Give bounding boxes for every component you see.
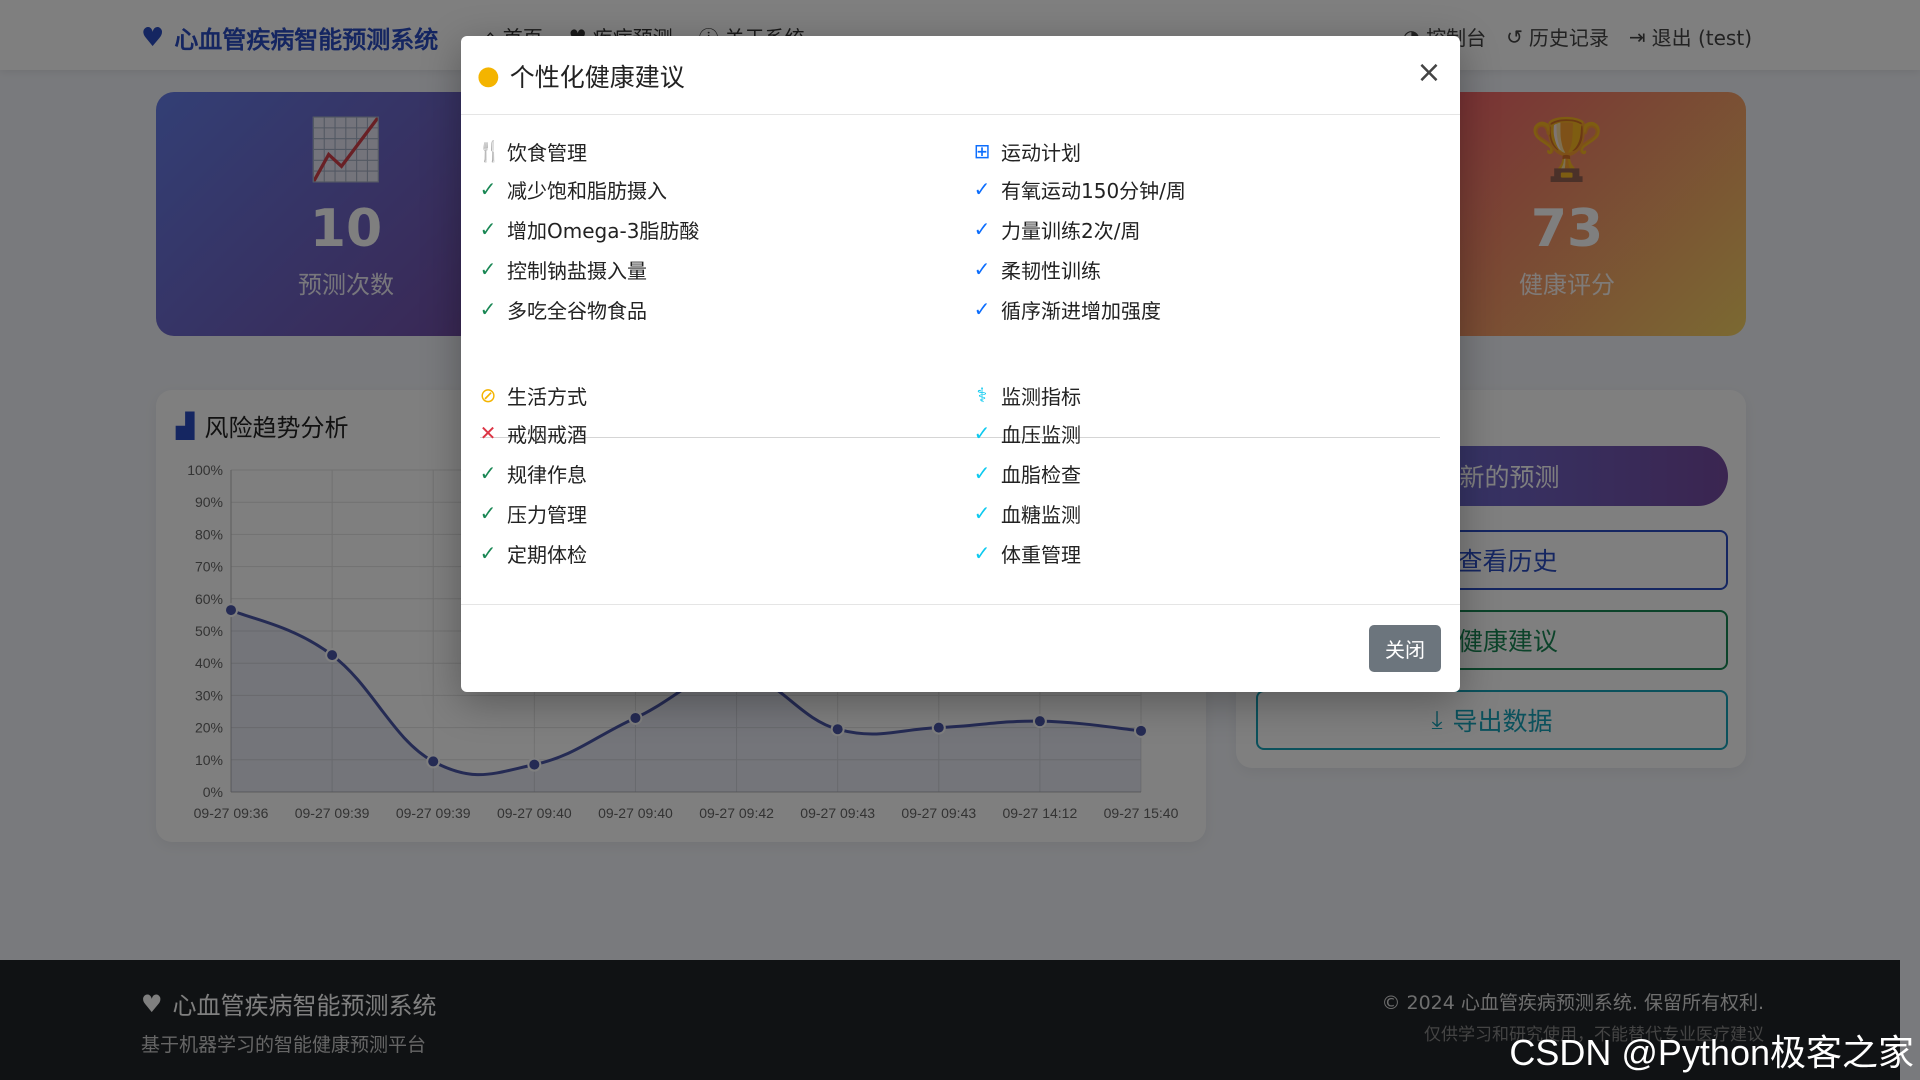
section-divider xyxy=(480,437,1440,438)
section-title: 运动计划 xyxy=(1001,140,1081,165)
watermark: CSDN @Python极客之家 xyxy=(1509,1032,1914,1073)
advice-item: ✓ 有氧运动150分钟/周 xyxy=(971,169,1186,209)
advice-text: 戒烟戒酒 xyxy=(507,422,587,447)
advice-item: ✓ 增加Omega-3脂肪酸 xyxy=(477,209,700,249)
ban-smoking-icon: ⊘ xyxy=(479,383,497,407)
advice-text: 血压监测 xyxy=(1001,422,1081,447)
advice-item: ✓ 多吃全谷物食品 xyxy=(477,289,699,329)
cross-icon: ✕ xyxy=(479,421,497,445)
advice-text: 定期体检 xyxy=(507,542,587,567)
advice-text: 血糖监测 xyxy=(1001,502,1081,527)
check-icon: ✓ xyxy=(479,541,497,565)
close-button[interactable]: 关闭 xyxy=(1369,625,1441,672)
modal-title: ● 个性化健康建议 xyxy=(477,61,685,92)
health-advice-modal: ● 个性化健康建议 × 🍴 饮食管理 ✓ 减少饱和脂肪摄入 ✓ 增加Omega-3脂肪酸 ✓… xyxy=(461,36,1460,692)
stethoscope-icon: ⚕ xyxy=(976,383,988,407)
advice-text: 规律作息 xyxy=(507,462,587,487)
check-icon: ✓ xyxy=(973,501,991,525)
advice-text: 减少饱和脂肪摄入 xyxy=(507,178,667,203)
modal-header: ● 个性化健康建议 × xyxy=(461,36,1460,115)
section-exercise: ⊞ 运动计划 ✓ 有氧运动150分钟/周 ✓ 力量训练2次/周 ✓ 柔韧性训练 ✓ 循序渐进增加强… xyxy=(971,137,1186,329)
advice-text: 血脂检查 xyxy=(1001,462,1081,487)
advice-text: 有氧运动150分钟/周 xyxy=(1001,178,1186,203)
check-icon: ✓ xyxy=(973,177,991,201)
advice-text: 增加Omega-3脂肪酸 xyxy=(507,218,700,243)
lightbulb-icon: ● xyxy=(477,61,500,91)
section-heading: ⊞ 运动计划 xyxy=(971,137,1186,165)
advice-item: ✓ 血压监测 xyxy=(971,413,1081,453)
advice-text: 力量训练2次/周 xyxy=(1001,218,1141,243)
advice-list: ✓ 有氧运动150分钟/周 ✓ 力量训练2次/周 ✓ 柔韧性训练 ✓ 循序渐进增加强度 xyxy=(971,169,1186,329)
advice-item: ✓ 控制钠盐摄入量 xyxy=(477,249,699,289)
advice-item: ✓ 循序渐进增加强度 xyxy=(971,289,1186,329)
close-icon[interactable]: × xyxy=(1414,58,1444,88)
utensils-icon: 🍴 xyxy=(477,139,502,163)
section-heading: 🍴 饮食管理 xyxy=(477,137,699,165)
check-icon: ✓ xyxy=(973,297,991,321)
advice-item: ✓ 减少饱和脂肪摄入 xyxy=(477,169,699,209)
check-icon: ✓ xyxy=(973,461,991,485)
section-title: 生活方式 xyxy=(507,384,587,409)
section-lifestyle: ⊘ 生活方式 ✕ 戒烟戒酒 ✓ 规律作息 ✓ 压力管理 ✓ 定期体检 xyxy=(477,381,587,573)
modal-footer: 关闭 xyxy=(461,605,1460,691)
advice-item: ✕ 戒烟戒酒 xyxy=(477,413,587,453)
modal-body: 🍴 饮食管理 ✓ 减少饱和脂肪摄入 ✓ 增加Omega-3脂肪酸 ✓ 控制钠盐摄入量 ✓ 多吃全谷… xyxy=(461,115,1460,605)
advice-item: ✓ 定期体检 xyxy=(477,533,587,573)
advice-item: ✓ 规律作息 xyxy=(477,453,587,493)
advice-text: 压力管理 xyxy=(507,502,587,527)
section-title: 监测指标 xyxy=(1001,384,1081,409)
advice-text: 循序渐进增加强度 xyxy=(1001,298,1161,323)
check-icon: ✓ xyxy=(973,421,991,445)
advice-item: ✓ 血糖监测 xyxy=(971,493,1081,533)
advice-item: ✓ 柔韧性训练 xyxy=(971,249,1186,289)
check-icon: ✓ xyxy=(479,257,497,281)
advice-item: ✓ 血脂检查 xyxy=(971,453,1081,493)
check-icon: ✓ xyxy=(973,257,991,281)
section-title: 饮食管理 xyxy=(507,140,587,165)
dumbbell-icon: ⊞ xyxy=(973,139,991,163)
advice-item: ✓ 压力管理 xyxy=(477,493,587,533)
advice-list: ✓ 血压监测 ✓ 血脂检查 ✓ 血糖监测 ✓ 体重管理 xyxy=(971,413,1081,573)
check-icon: ✓ xyxy=(479,217,497,241)
section-diet: 🍴 饮食管理 ✓ 减少饱和脂肪摄入 ✓ 增加Omega-3脂肪酸 ✓ 控制钠盐摄入量 ✓ 多吃全谷… xyxy=(477,137,699,329)
advice-item: ✓ 体重管理 xyxy=(971,533,1081,573)
section-heading: ⚕ 监测指标 xyxy=(971,381,1081,409)
check-icon: ✓ xyxy=(479,501,497,525)
advice-text: 体重管理 xyxy=(1001,542,1081,567)
check-icon: ✓ xyxy=(973,541,991,565)
check-icon: ✓ xyxy=(479,461,497,485)
advice-list: ✕ 戒烟戒酒 ✓ 规律作息 ✓ 压力管理 ✓ 定期体检 xyxy=(477,413,587,573)
advice-text: 多吃全谷物食品 xyxy=(507,298,647,323)
advice-text: 控制钠盐摄入量 xyxy=(507,258,647,283)
check-icon: ✓ xyxy=(479,297,497,321)
check-icon: ✓ xyxy=(479,177,497,201)
check-icon: ✓ xyxy=(973,217,991,241)
section-monitoring: ⚕ 监测指标 ✓ 血压监测 ✓ 血脂检查 ✓ 血糖监测 ✓ 体重管理 xyxy=(971,381,1081,573)
section-heading: ⊘ 生活方式 xyxy=(477,381,587,409)
advice-item: ✓ 力量训练2次/周 xyxy=(971,209,1186,249)
advice-list: ✓ 减少饱和脂肪摄入 ✓ 增加Omega-3脂肪酸 ✓ 控制钠盐摄入量 ✓ 多吃全谷物食品 xyxy=(477,169,700,329)
advice-text: 柔韧性训练 xyxy=(1001,258,1101,283)
